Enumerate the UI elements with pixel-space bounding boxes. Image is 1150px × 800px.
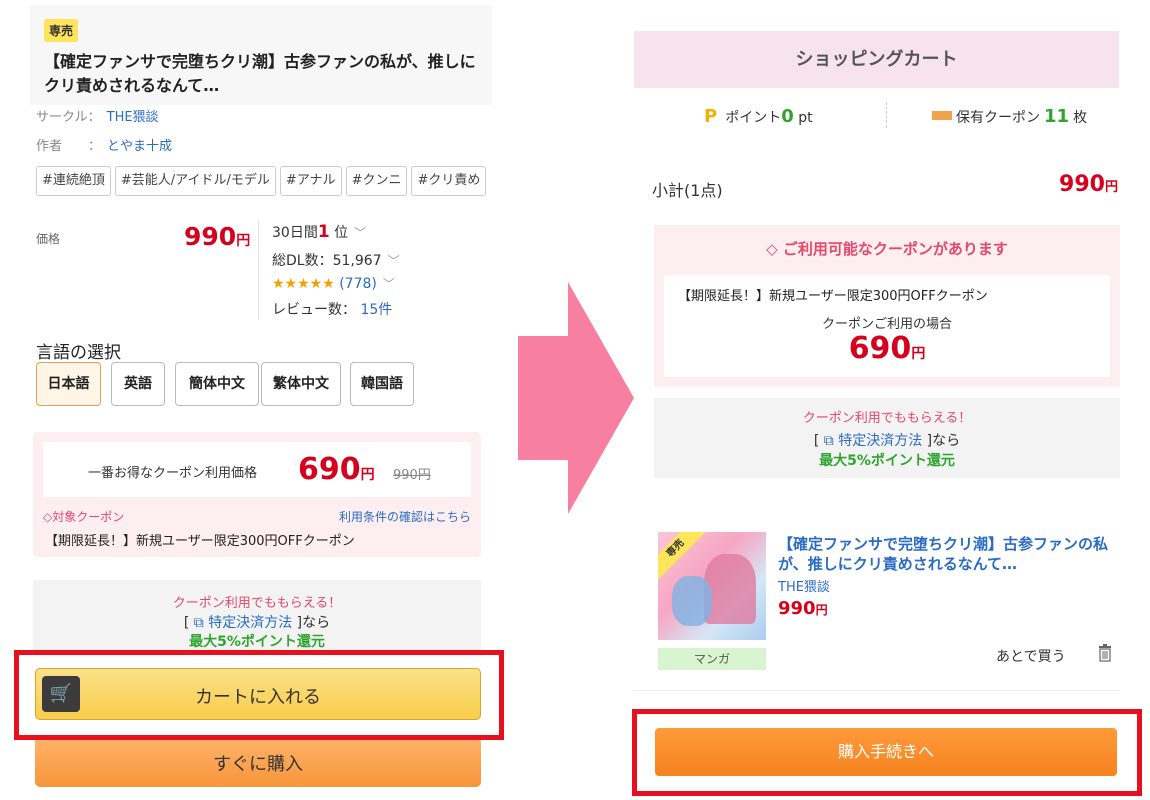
tag-item[interactable]: #クリ責め	[411, 166, 487, 196]
product-header: 専売 【確定ファンサで完堕ちクリ潮】古参ファンの私が、推しにクリ責めされるなんて…	[30, 5, 492, 105]
product-thumbnail[interactable]: 専売	[658, 532, 766, 640]
payment-bonus-box: クーポン利用でももらえる！ [ ⧉ 特定決済方法 ]なら 最大5%ポイント還元	[654, 398, 1120, 478]
coupon-name: 【期限延長！】新規ユーザー限定300円OFFクーポン	[45, 534, 355, 549]
tag-item[interactable]: #連続絶頂	[36, 166, 111, 196]
payment-method-row: [ ⧉ 特定決済方法 ]なら	[183, 615, 331, 631]
exclusive-badge: 専売	[44, 19, 79, 42]
external-link-icon: ⧉	[823, 433, 834, 449]
tag-list: #連続絶頂 #芸能人/アイドル/モデル #アナル #クンニ #クリ責め	[36, 166, 492, 198]
original-price: 990円	[393, 468, 431, 483]
payment-method-link[interactable]: 特定決済方法	[208, 615, 292, 631]
downloads-stat[interactable]: 総DL数：51,967 ﹀	[272, 250, 400, 270]
points-info: P ポイント0 pt	[704, 106, 813, 127]
cart-header: ショッピングカート	[634, 31, 1119, 88]
circle-label: サークル：	[36, 110, 101, 125]
ranking-stat[interactable]: 30日間1 位 ﹀	[272, 222, 366, 242]
chevron-down-icon: ﹀	[387, 254, 400, 268]
terms-link[interactable]: 利用条件の確認はこちら	[339, 508, 471, 525]
highlight-frame-cart	[14, 650, 504, 740]
reviews-stat: レビュー数： 15件	[272, 302, 393, 318]
chevron-down-icon: ﹀	[382, 277, 395, 291]
coupon-name: 【期限延長！】新規ユーザー限定300円OFFクーポン	[678, 289, 988, 304]
payment-method-row: [ ⧉ 特定決済方法 ]なら	[813, 433, 961, 449]
ticket-icon	[932, 111, 952, 120]
circle-row: サークル： THE猥談	[36, 106, 159, 125]
coupon-condition: クーポンご利用の場合	[821, 317, 952, 332]
coupon-price-box: 一番お得なクーポン利用価格 690円 990円 ◇対象クーポン 利用条件の確認は…	[33, 432, 481, 557]
coupon-price: 690円	[848, 331, 926, 366]
best-price-panel: 一番お得なクーポン利用価格 690円 990円	[43, 442, 471, 497]
cart-item-circle[interactable]: THE猥談	[778, 576, 830, 595]
lang-button-english[interactable]: 英語	[111, 362, 165, 406]
best-price-label: 一番お得なクーポン利用価格	[88, 466, 258, 481]
rating-stat[interactable]: ★★★★★ (778) ﹀	[272, 275, 395, 292]
lang-button-traditional-chinese[interactable]: 繁体中文	[261, 362, 341, 406]
subtotal-label: 小計(1点)	[652, 181, 723, 200]
highlight-frame-checkout	[632, 709, 1142, 796]
language-title: 言語の選択	[36, 343, 121, 363]
transition-arrow	[518, 282, 634, 514]
points-icon: P	[704, 106, 718, 127]
available-coupon-box: ◇ ご利用可能なクーポンがあります 【期限延長！】新規ユーザー限定300円OFF…	[654, 225, 1120, 387]
point-return: 最大5%ポイント還元	[189, 634, 325, 650]
points-value: 0	[781, 106, 794, 127]
circle-link[interactable]: THE猥談	[107, 110, 159, 125]
genre-badge: マンガ	[658, 648, 766, 670]
target-coupon-label: ◇対象クーポン	[43, 510, 125, 524]
lang-button-simplified-chinese[interactable]: 簡体中文	[175, 362, 259, 406]
coupons-info[interactable]: 保有クーポン 11 枚	[932, 106, 1087, 127]
points-separator	[886, 102, 887, 128]
tag-item[interactable]: #アナル	[279, 166, 342, 196]
coupon-available-heading: ◇ ご利用可能なクーポンがあります	[766, 240, 1008, 258]
payment-bonus-note: クーポン利用でももらえる！	[172, 596, 342, 611]
trash-icon[interactable]	[1098, 644, 1112, 662]
rating-stars: ★★★★★	[272, 276, 335, 292]
price-label: 価格	[36, 232, 61, 246]
subtotal-value: 990円	[1059, 172, 1118, 197]
buy-now-label: すぐに購入	[213, 754, 303, 775]
product-price: 990円	[184, 222, 251, 251]
coupon-card[interactable]: 【期限延長！】新規ユーザー限定300円OFFクーポン クーポンご利用の場合 69…	[664, 275, 1110, 377]
cart-item-title[interactable]: 【確定ファンサで完堕ちクリ潮】古参ファンの私が、推しにクリ責めされるなんて…	[778, 534, 1108, 574]
lang-button-korean[interactable]: 韓国語	[350, 362, 414, 406]
payment-bonus-note: クーポン利用でももらえる！	[802, 411, 972, 426]
lang-button-japanese[interactable]: 日本語	[36, 362, 101, 406]
payment-method-link[interactable]: 特定決済方法	[838, 433, 922, 449]
payment-bonus-box: クーポン利用でももらえる！ [ ⧉ 特定決済方法 ]なら 最大5%ポイント還元	[33, 580, 481, 650]
points-row: P ポイント0 pt 保有クーポン 11 枚	[634, 88, 1119, 143]
divider	[634, 690, 1120, 691]
external-link-icon: ⧉	[193, 615, 204, 631]
stats-divider	[258, 220, 259, 320]
shopping-cart-panel: ショッピングカート P ポイント0 pt 保有クーポン 11 枚 小計(1点) 990…	[634, 0, 1120, 800]
coupon-tag-icon: ◇	[766, 240, 778, 258]
author-label: 作者 ：	[36, 139, 102, 154]
reviews-link[interactable]: 15件	[360, 302, 392, 318]
rating-count: (778)	[339, 276, 377, 292]
buy-now-button[interactable]: すぐに購入	[35, 737, 481, 787]
thumbnail-art	[704, 554, 756, 624]
cart-item-price: 990円	[778, 598, 828, 619]
point-return: 最大5%ポイント還元	[819, 453, 955, 469]
author-link[interactable]: とやま十成	[107, 139, 172, 154]
product-title: 【確定ファンサで完堕ちクリ潮】古参ファンの私が、推しにクリ責めされるなんて…	[44, 52, 476, 95]
coupons-count: 11	[1044, 106, 1070, 127]
best-price-value: 690円	[298, 452, 375, 487]
tag-item[interactable]: #クンニ	[345, 166, 408, 196]
chevron-down-icon: ﹀	[354, 226, 367, 240]
author-row: 作者 ： とやま十成	[36, 135, 172, 154]
thumbnail-art	[672, 576, 712, 626]
tag-item[interactable]: #芸能人/アイドル/モデル	[114, 166, 276, 196]
buy-later-link[interactable]: あとで買う	[996, 646, 1066, 666]
